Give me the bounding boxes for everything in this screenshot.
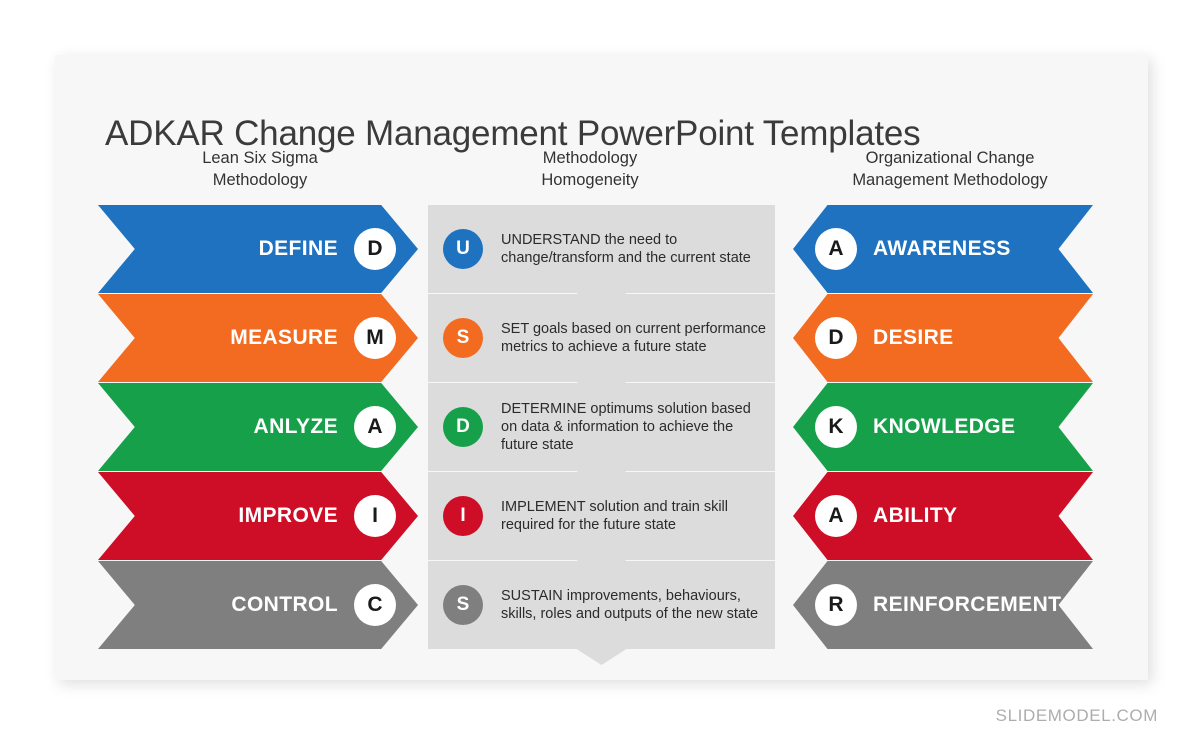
methodology-card[interactable]: U UNDERSTAND the need to change/transform… [428,205,775,293]
lean-six-sigma-step-control[interactable]: CONTROL C [98,561,418,649]
step-badge: A [815,495,857,537]
card-badge: S [443,585,483,625]
diagram-row: CONTROL C S SUSTAIN improvements, behaviour… [55,561,1148,665]
column-header-left-line1: Lean Six Sigma [202,149,318,167]
column-header-right: Organizational Change Management Methodo… [790,147,1110,191]
step-label: IMPROVE [238,504,338,527]
card-description: IMPLEMENT solution and train skill requi… [501,499,728,533]
step-label: KNOWLEDGE [873,415,1016,438]
step-badge: K [815,406,857,448]
methodology-card[interactable]: S SUSTAIN improvements, behaviours, skill… [428,561,775,649]
lean-six-sigma-step-measure[interactable]: MEASURE M [98,294,418,382]
step-label: DESIRE [873,326,954,349]
column-header-left: Lean Six Sigma Methodology [100,147,420,191]
card-description: SUSTAIN improvements, behaviours, skills… [501,588,759,622]
step-label: CONTROL [231,593,338,616]
diagram-row: DEFINE D U UNDERSTAND the need to change/tr… [55,205,1148,309]
adkar-step-ability[interactable]: A ABILITY [793,472,1093,560]
step-badge: A [815,228,857,270]
slide-panel: ADKAR Change Management PowerPoint Templ… [55,55,1148,680]
diagram-row: MEASURE M S SET goals based on current perf… [55,294,1148,398]
step-label: ANLYZE [253,415,338,438]
card-description: UNDERSTAND the need to change/transform … [501,232,751,266]
methodology-card[interactable]: D DETERMINE optimums solution based on da… [428,383,775,471]
step-badge: C [354,584,396,626]
step-badge: D [354,228,396,270]
step-badge: D [815,317,857,359]
methodology-card[interactable]: S SET goals based on current performance … [428,294,775,382]
adkar-step-reinforcement[interactable]: R REINFORCEMENT [793,561,1093,649]
card-description: SET goals based on current performance m… [501,321,766,355]
column-header-left-line2: Methodology [212,171,308,189]
card-description: DETERMINE optimums solution based on dat… [501,401,751,453]
step-badge: I [354,495,396,537]
card-badge: D [443,407,483,447]
card-badge: S [443,318,483,358]
step-label: REINFORCEMENT [873,593,1062,616]
adkar-step-desire[interactable]: D DESIRE [793,294,1093,382]
diagram-row: ANLYZE A D DETERMINE optimums solution base… [55,383,1148,487]
step-badge: M [354,317,396,359]
diagram-row: IMPROVE I I IMPLEMENT solution and train sk… [55,472,1148,576]
step-label: ABILITY [873,504,958,527]
step-badge: R [815,584,857,626]
card-badge: U [443,229,483,269]
adkar-step-knowledge[interactable]: K KNOWLEDGE [793,383,1093,471]
step-label: MEASURE [230,326,338,349]
adkar-step-awareness[interactable]: A AWARENESS [793,205,1093,293]
column-header-right-line2: Management Methodology [852,171,1048,189]
column-header-center: Methodology Homogeneity [430,147,750,191]
lean-six-sigma-step-anlyze[interactable]: ANLYZE A [98,383,418,471]
card-badge: I [443,496,483,536]
card-down-arrow-icon [428,649,775,665]
column-header-center-line1: Methodology [542,149,638,167]
methodology-card[interactable]: I IMPLEMENT solution and train skill requ… [428,472,775,560]
lean-six-sigma-step-improve[interactable]: IMPROVE I [98,472,418,560]
column-header-right-line1: Organizational Change [865,149,1035,167]
step-label: DEFINE [258,237,338,260]
footer-brand: SLIDEMODEL.COM [995,706,1158,725]
step-label: AWARENESS [873,237,1011,260]
step-badge: A [354,406,396,448]
lean-six-sigma-step-define[interactable]: DEFINE D [98,205,418,293]
column-header-center-line2: Homogeneity [541,171,639,189]
